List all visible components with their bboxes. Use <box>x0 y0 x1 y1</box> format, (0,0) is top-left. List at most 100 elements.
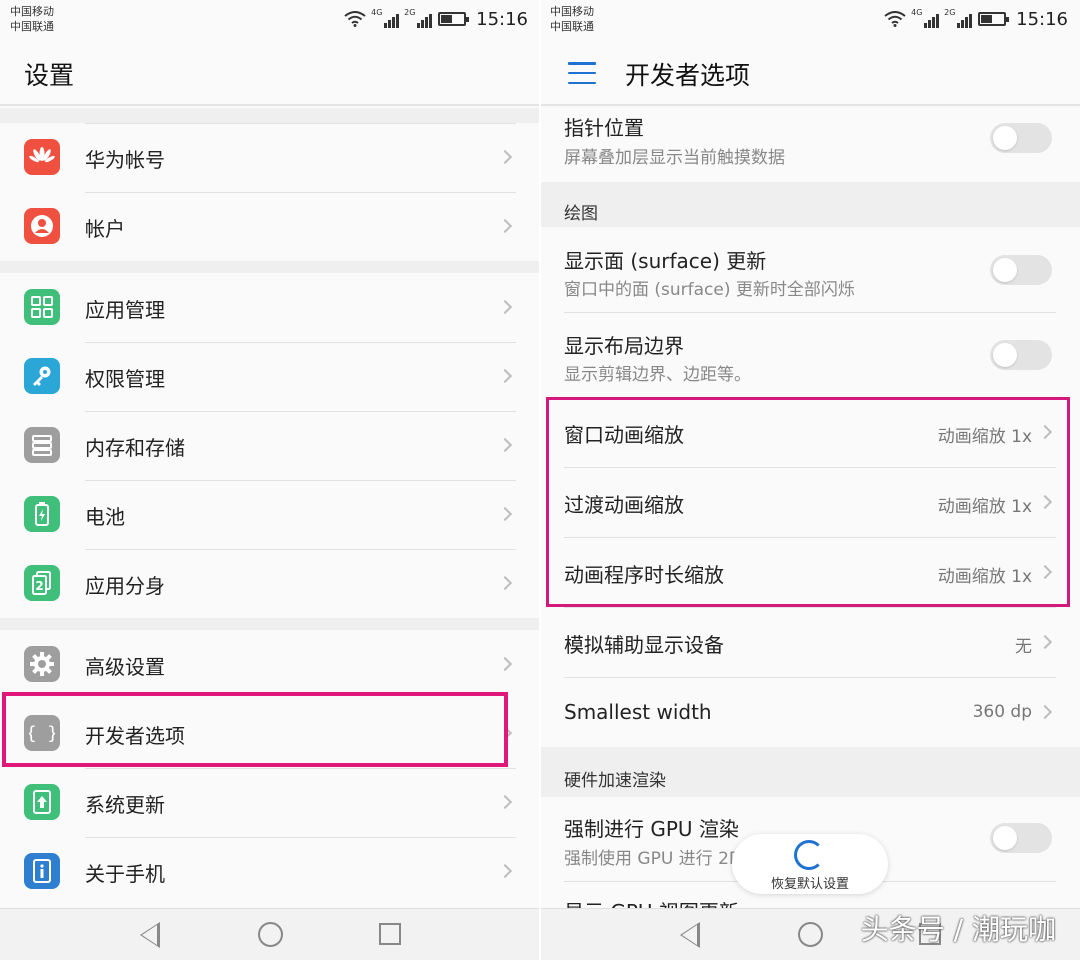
settings-item-label: 电池 <box>85 505 125 529</box>
carrier-1: 中国移动 <box>10 5 54 18</box>
settings-item-label: 权限管理 <box>85 367 165 391</box>
option-simulate-secondary-display[interactable]: 模拟辅助显示设备 无 <box>540 607 1080 677</box>
option-value: 动画缩放 1x <box>937 497 1032 517</box>
section-title: 绘图 <box>564 204 598 224</box>
huawei-logo-icon <box>24 139 60 175</box>
settings-item-permissions[interactable]: 权限管理 <box>0 342 540 411</box>
chevron-right-icon <box>497 149 513 165</box>
app-bar: 设置 <box>0 40 540 106</box>
svg-text:{ }: { } <box>29 723 55 744</box>
row-divider <box>85 480 516 481</box>
clock: 15:16 <box>1016 8 1068 30</box>
settings-item-label: 系统更新 <box>85 793 165 817</box>
settings-item-account[interactable]: 帐户 <box>0 192 540 261</box>
option-value: 无 <box>1015 637 1032 657</box>
chevron-right-icon <box>1037 634 1053 650</box>
section-title: 硬件加速渲染 <box>564 771 666 791</box>
app-bar: 开发者选项 <box>540 40 1080 106</box>
option-smallest-width[interactable]: Smallest width 360 dp <box>540 677 1080 747</box>
settings-item-label: 华为帐号 <box>85 148 165 172</box>
row-divider <box>85 768 516 769</box>
menu-icon[interactable] <box>568 62 596 84</box>
page-title: 开发者选项 <box>625 61 751 90</box>
clock: 15:16 <box>476 8 528 30</box>
pointer-location-toggle[interactable] <box>990 123 1052 153</box>
battery-icon <box>978 12 1010 26</box>
chevron-right-icon <box>1037 494 1053 510</box>
surface-updates-toggle[interactable] <box>990 255 1052 285</box>
group-gap <box>0 261 540 273</box>
carrier-2: 中国联通 <box>550 20 594 33</box>
row-divider <box>564 537 1056 538</box>
back-icon[interactable] <box>140 922 160 948</box>
settings-item-app-management[interactable]: 应用管理 <box>0 273 540 342</box>
option-title: 指针位置 <box>564 116 644 140</box>
force-gpu-toggle[interactable] <box>990 823 1052 853</box>
row-divider <box>564 607 1056 608</box>
info-icon <box>24 853 60 889</box>
option-title: 窗口动画缩放 <box>564 423 684 447</box>
signal-2g-icon: 2G <box>404 8 433 28</box>
option-title: 模拟辅助显示设备 <box>564 633 724 657</box>
toggle-knob <box>993 343 1017 367</box>
signal-4g-icon: 4G <box>911 8 940 28</box>
update-icon <box>24 784 60 820</box>
settings-item-storage[interactable]: 内存和存储 <box>0 411 540 480</box>
option-value: 动画缩放 1x <box>937 427 1032 447</box>
svg-text:2: 2 <box>35 579 43 593</box>
option-animator-duration-scale[interactable]: 动画程序时长缩放 动画缩放 1x <box>540 537 1080 607</box>
net-type-1: 4G <box>911 8 923 17</box>
option-title: 动画程序时长缩放 <box>564 563 724 587</box>
navigation-bar <box>0 908 540 960</box>
option-value: 360 dp <box>972 702 1032 722</box>
carrier-names: 中国移动 中国联通 <box>550 4 594 34</box>
status-bar: 中国移动 中国联通 4G 2G 15:16 <box>540 0 1080 40</box>
section-header-hardware-rendering: 硬件加速渲染 <box>540 747 1080 797</box>
option-window-animation-scale[interactable]: 窗口动画缩放 动画缩放 1x <box>540 397 1080 467</box>
option-show-surface-updates[interactable]: 显示面 (surface) 更新 窗口中的面 (surface) 更新时全部闪烁 <box>540 227 1080 312</box>
layout-bounds-toggle[interactable] <box>990 340 1052 370</box>
chevron-right-icon <box>497 299 513 315</box>
home-icon[interactable] <box>258 922 283 947</box>
restore-defaults-button[interactable]: 恢复默认设置 <box>732 834 888 894</box>
net-type-2: 2G <box>944 8 956 17</box>
option-title: 显示面 (surface) 更新 <box>564 249 767 273</box>
settings-item-battery[interactable]: 电池 <box>0 480 540 549</box>
settings-item-advanced[interactable]: 高级设置 <box>0 630 540 699</box>
option-subtitle: 显示剪辑边界、边距等。 <box>564 365 751 385</box>
toggle-knob <box>993 826 1017 850</box>
settings-item-developer-options[interactable]: { } 开发者选项 <box>0 699 540 768</box>
option-show-layout-bounds[interactable]: 显示布局边界 显示剪辑边界、边距等。 <box>540 312 1080 397</box>
settings-item-label: 内存和存储 <box>85 436 185 460</box>
settings-item-huawei-account[interactable]: 华为帐号 <box>0 123 540 192</box>
option-pointer-location[interactable]: 指针位置 屏幕叠加层显示当前触摸数据 <box>540 108 1080 182</box>
braces-icon: { } <box>24 715 60 751</box>
option-title: 显示布局边界 <box>564 334 684 358</box>
back-icon[interactable] <box>680 922 700 948</box>
screen-divider <box>539 0 541 960</box>
key-icon <box>24 358 60 394</box>
loading-spinner-icon <box>794 840 824 870</box>
signal-2g-icon: 2G <box>944 8 973 28</box>
home-icon[interactable] <box>798 922 823 947</box>
settings-item-system-update[interactable]: 系统更新 <box>0 768 540 837</box>
option-title: 过渡动画缩放 <box>564 493 684 517</box>
wifi-icon <box>884 11 906 27</box>
settings-item-about-phone[interactable]: 关于手机 <box>0 837 540 906</box>
net-type-2: 2G <box>404 8 416 17</box>
chevron-right-icon <box>497 725 513 741</box>
option-title: Smallest width <box>564 700 712 724</box>
settings-item-app-twin[interactable]: 2 应用分身 <box>0 549 540 618</box>
option-transition-animation-scale[interactable]: 过渡动画缩放 动画缩放 1x <box>540 467 1080 537</box>
net-type-1: 4G <box>371 8 383 17</box>
recents-icon[interactable] <box>379 923 401 945</box>
row-divider <box>85 549 516 550</box>
settings-item-label: 关于手机 <box>85 862 165 886</box>
carrier-1: 中国移动 <box>550 5 594 18</box>
battery-settings-icon <box>24 496 60 532</box>
developer-options-screen: 中国移动 中国联通 4G 2G 15:16 开发者选项 指针位置 屏幕叠加层显示… <box>540 0 1080 960</box>
row-divider <box>85 192 516 193</box>
account-icon <box>24 208 60 244</box>
chevron-right-icon <box>497 218 513 234</box>
group-gap <box>0 618 540 630</box>
